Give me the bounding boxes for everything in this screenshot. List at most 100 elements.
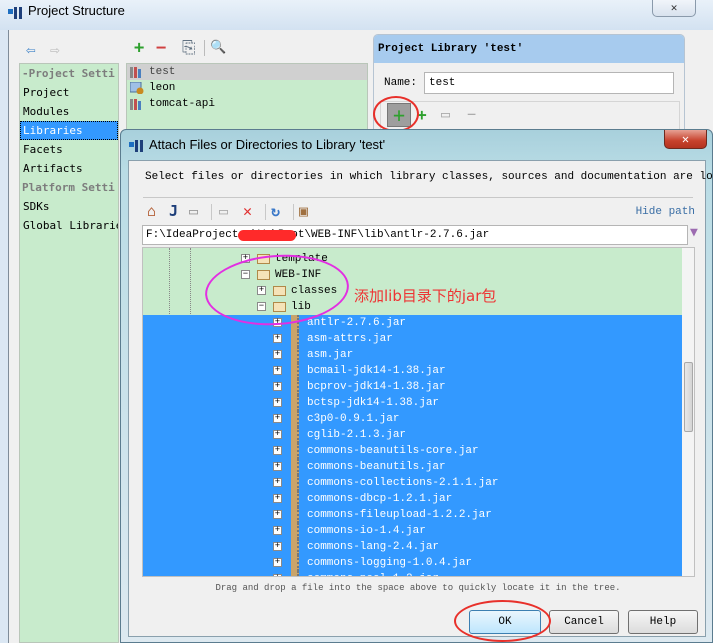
expand-toggle-icon[interactable]: + [273,414,282,423]
expand-toggle-icon[interactable]: + [273,510,282,519]
tree-row-jar[interactable]: + c3p0-0.9.1.jar [143,411,694,427]
jar-icon [291,475,299,491]
drag-drop-hint: Drag and drop a file into the space abov… [215,583,621,593]
tree-label: commons-pool-1.2.jar [307,571,439,576]
library-name: test [149,66,176,78]
expand-toggle-icon[interactable]: + [273,350,282,359]
delete-icon[interactable]: ✕ [243,202,252,220]
tree-row-jar[interactable]: + commons-beanutils-core.jar [143,443,694,459]
tree-row-jar[interactable]: + bctsp-jdk14-1.38.jar [143,395,694,411]
expand-toggle-icon[interactable]: + [273,382,282,391]
module-library-icon [130,82,144,94]
library-item-tomcat-api[interactable]: tomcat-api [127,96,367,112]
tree-row-jar[interactable]: + commons-collections-2.1.1.jar [143,475,694,491]
tree-row-jar[interactable]: + asm.jar [143,347,694,363]
tree-row-jar[interactable]: + commons-io-1.4.jar [143,523,694,539]
sidebar-item-modules[interactable]: Modules [20,102,118,121]
jar-icon [291,571,299,576]
home-icon[interactable]: ⌂ [147,202,156,220]
jar-icon [291,491,299,507]
tree-row-jar[interactable]: + bcmail-jdk14-1.38.jar [143,363,694,379]
library-item-test[interactable]: test [127,64,367,80]
tree-scrollbar[interactable] [682,247,695,577]
expand-toggle-icon[interactable]: + [273,366,282,375]
tree-row-folder[interactable]: + template [143,251,694,267]
jar-icon [291,427,299,443]
redaction-mark [238,230,296,241]
dialog-body: Select files or directories in which lib… [128,160,713,637]
outer-close-button[interactable]: ✕ [652,0,696,17]
toolbar-separator [265,204,266,220]
tree-label: c3p0-0.9.1.jar [307,413,400,425]
tree-label: bctsp-jdk14-1.38.jar [307,397,440,409]
find-icon[interactable]: 🔍 [210,38,226,58]
expand-toggle-icon[interactable]: + [273,542,282,551]
expand-toggle-icon[interactable]: + [273,574,282,576]
forward-arrow-icon[interactable]: ⇨ [50,40,60,59]
remove-library-icon[interactable]: − [156,38,166,58]
tree-row-jar[interactable]: + asm-attrs.jar [143,331,694,347]
window-title: Project Structure [28,3,125,18]
hide-path-link[interactable]: Hide path [636,206,695,218]
expand-toggle-icon[interactable]: + [273,446,282,455]
jar-icon [291,459,299,475]
expand-toggle-icon[interactable]: + [273,334,282,343]
attach-files-dialog: Attach Files or Directories to Library '… [120,129,713,643]
annotation-text: 添加lib目录下的jar包 [354,287,497,305]
jar-icon [291,523,299,539]
intellij-logo-icon [8,7,22,19]
expand-toggle-icon[interactable]: + [273,398,282,407]
scrollbar-thumb[interactable] [684,362,693,432]
cancel-button[interactable]: Cancel [549,610,619,634]
library-name-input[interactable]: test [424,72,674,94]
refresh-icon[interactable]: ↻ [271,202,280,220]
detail-header: Project Library 'test' [374,35,684,63]
project-icon[interactable]: J [169,202,178,220]
jar-icon [291,363,299,379]
sidebar-item-global-libraries[interactable]: Global Libraries [20,216,118,235]
tree-row-jar[interactable]: + commons-beanutils.jar [143,459,694,475]
folder-icon[interactable]: ▭ [441,105,450,123]
dialog-close-button[interactable]: ✕ [664,130,707,149]
tree-row-jar[interactable]: + cglib-2.1.3.jar [143,427,694,443]
add-library-icon[interactable]: + [134,38,144,58]
tree-label: commons-fileupload-1.2.2.jar [307,509,492,521]
copy-library-icon[interactable]: ⎘ [182,38,196,58]
tree-label: commons-beanutils.jar [307,461,446,473]
tree-row-jar[interactable]: + commons-lang-2.4.jar [143,539,694,555]
sidebar-item-artifacts[interactable]: Artifacts [20,159,118,178]
tree-row-jar[interactable]: + commons-logging-1.0.4.jar [143,555,694,571]
tree-label: commons-logging-1.0.4.jar [307,557,473,569]
new-module-icon[interactable]: ▭ [219,202,228,220]
remove-icon[interactable]: − [467,105,476,123]
expand-toggle-icon[interactable]: + [273,494,282,503]
path-input[interactable]: F:\IdeaProjects \WebRoot\WEB-INF\lib\ant… [142,225,688,245]
library-name: tomcat-api [149,98,216,110]
tree-label: commons-collections-2.1.1.jar [307,477,499,489]
expand-toggle-icon[interactable]: + [273,462,282,471]
sidebar-item-project[interactable]: Project [20,83,118,102]
new-folder-icon[interactable]: ▭ [189,202,198,220]
jar-icon [291,555,299,571]
tree-row-jar[interactable]: + commons-dbcp-1.2.1.jar [143,491,694,507]
help-button[interactable]: Help [628,610,698,634]
dialog-title: Attach Files or Directories to Library '… [149,137,386,152]
expand-toggle-icon[interactable]: + [273,430,282,439]
tree-row-jar[interactable]: + commons-fileupload-1.2.2.jar [143,507,694,523]
outer-titlebar: Project Structure ✕ [0,0,713,30]
path-history-icon[interactable]: ▼ [690,225,704,243]
back-arrow-icon[interactable]: ⇦ [26,40,36,59]
expand-toggle-icon[interactable]: + [273,526,282,535]
sidebar-item-facets[interactable]: Facets [20,140,118,159]
divider [143,197,693,198]
sidebar-item-sdks[interactable]: SDKs [20,197,118,216]
expand-toggle-icon[interactable]: + [273,478,282,487]
expand-toggle-icon[interactable]: + [273,558,282,567]
tree-row-jar[interactable]: + commons-pool-1.2.jar [143,571,694,576]
tree-label: commons-io-1.4.jar [307,525,426,537]
library-icon [130,99,141,110]
library-item-leon[interactable]: leon [127,80,367,96]
sidebar-item-libraries[interactable]: Libraries [20,121,118,140]
show-hidden-icon[interactable]: ▣ [299,202,308,220]
tree-row-jar[interactable]: + bcprov-jdk14-1.38.jar [143,379,694,395]
